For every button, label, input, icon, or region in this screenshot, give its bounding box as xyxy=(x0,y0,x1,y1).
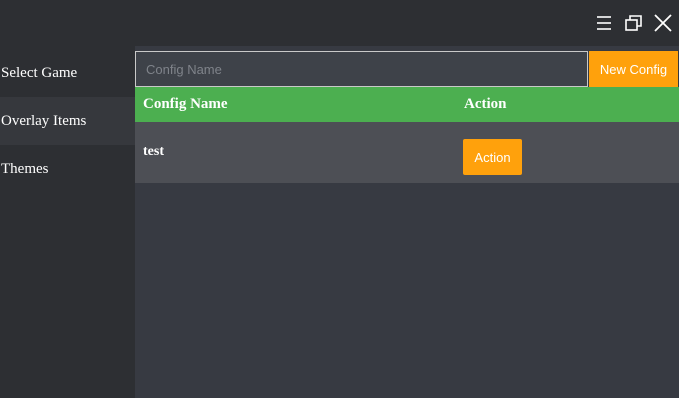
main-panel: New Config Config Name Action test Actio… xyxy=(135,46,679,398)
sidebar-item-select-game[interactable]: Select Game xyxy=(0,49,135,97)
app-window: Select Game Overlay Items Themes New Con… xyxy=(0,0,679,398)
sidebar-item-themes[interactable]: Themes xyxy=(0,145,135,193)
config-name-cell: test xyxy=(143,144,164,159)
action-button[interactable]: Action xyxy=(463,139,522,175)
title-bar xyxy=(0,0,679,46)
restore-icon[interactable] xyxy=(623,12,645,34)
column-header-action: Action xyxy=(464,96,507,112)
sidebar-item-overlay-items[interactable]: Overlay Items xyxy=(0,97,135,145)
new-config-button[interactable]: New Config xyxy=(589,51,678,87)
sidebar: Select Game Overlay Items Themes xyxy=(0,46,135,398)
column-header-config-name: Config Name xyxy=(143,96,228,112)
table-header: Config Name Action xyxy=(135,87,679,122)
config-name-input[interactable] xyxy=(135,51,588,87)
close-icon[interactable] xyxy=(652,12,674,34)
table-row: test Action xyxy=(135,122,679,183)
menu-icon[interactable] xyxy=(593,12,615,34)
